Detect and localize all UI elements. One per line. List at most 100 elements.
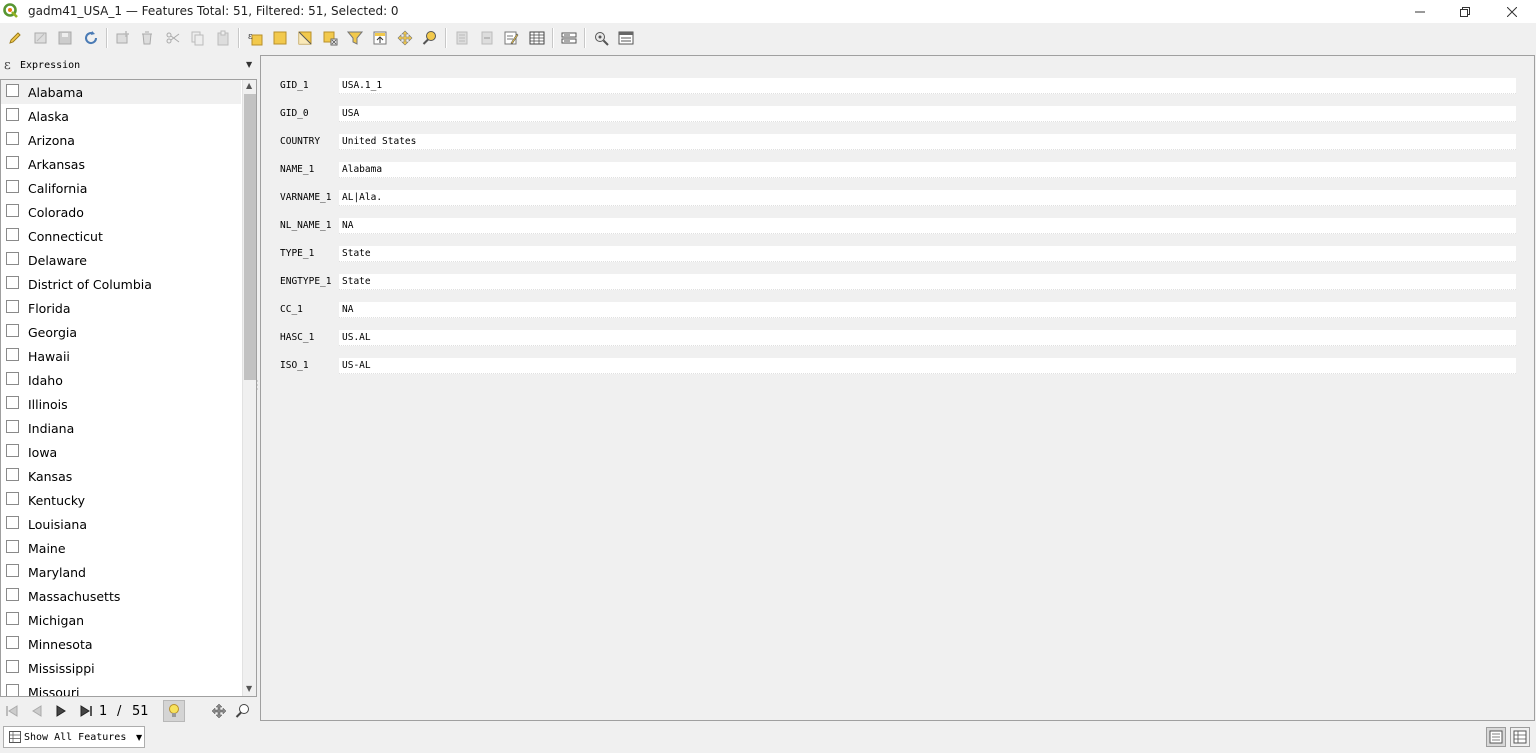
next-feature-icon[interactable] — [52, 702, 70, 720]
feature-list-item[interactable]: Massachusetts — [1, 584, 241, 608]
field-value-input[interactable]: US-AL — [339, 358, 1516, 374]
field-value-input[interactable]: United States — [339, 134, 1516, 150]
feature-list-item[interactable]: Kansas — [1, 464, 241, 488]
feature-checkbox[interactable] — [6, 252, 19, 265]
scroll-down-arrow-icon[interactable]: ▼ — [246, 684, 252, 693]
last-feature-icon[interactable] — [77, 702, 95, 720]
feature-list-item[interactable]: Michigan — [1, 608, 241, 632]
feature-list-item[interactable]: Louisiana — [1, 512, 241, 536]
select-by-expression-icon[interactable]: ε — [246, 29, 264, 47]
reload-icon[interactable] — [82, 29, 100, 47]
feature-list-item[interactable]: Connecticut — [1, 224, 241, 248]
conditional-formatting-icon[interactable] — [528, 29, 546, 47]
feature-checkbox[interactable] — [6, 516, 19, 529]
feature-checkbox[interactable] — [6, 228, 19, 241]
feature-checkbox[interactable] — [6, 84, 19, 97]
feature-list-item[interactable]: Hawaii — [1, 344, 241, 368]
pencil-icon[interactable] — [6, 29, 24, 47]
add-feature-icon[interactable] — [114, 29, 132, 47]
save-edits-icon[interactable] — [56, 29, 74, 47]
feature-list-item[interactable]: Colorado — [1, 200, 241, 224]
feature-checkbox[interactable] — [6, 324, 19, 337]
feature-checkbox[interactable] — [6, 396, 19, 409]
zoom-to-feature-icon[interactable] — [234, 702, 252, 720]
close-button[interactable] — [1489, 0, 1535, 23]
first-feature-icon[interactable] — [3, 702, 21, 720]
copy-icon[interactable] — [188, 29, 206, 47]
field-value-input[interactable]: Alabama — [339, 162, 1516, 178]
feature-list-item[interactable]: Mississippi — [1, 656, 241, 680]
feature-checkbox[interactable] — [6, 660, 19, 673]
feature-list-item[interactable]: Maine — [1, 536, 241, 560]
multi-edit-icon[interactable] — [32, 29, 50, 47]
feature-checkbox[interactable] — [6, 372, 19, 385]
feature-checkbox[interactable] — [6, 180, 19, 193]
dock-icon[interactable] — [592, 29, 610, 47]
feature-list-item[interactable]: Missouri — [1, 680, 241, 696]
actions-icon[interactable] — [560, 29, 578, 47]
pan-to-feature-icon[interactable] — [210, 702, 228, 720]
chevron-down-icon[interactable]: ▼ — [246, 60, 252, 69]
feature-list-item[interactable]: Arkansas — [1, 152, 241, 176]
feature-checkbox[interactable] — [6, 132, 19, 145]
feature-checkbox[interactable] — [6, 492, 19, 505]
cut-icon[interactable] — [164, 29, 182, 47]
expression-selector[interactable]: ε Expression ▼ — [0, 56, 258, 78]
feature-list-item[interactable]: Alabama — [1, 80, 241, 104]
feature-checkbox[interactable] — [6, 300, 19, 313]
feature-list-item[interactable]: California — [1, 176, 241, 200]
feature-list-item[interactable]: District of Columbia — [1, 272, 241, 296]
feature-list-item[interactable]: Delaware — [1, 248, 241, 272]
scroll-up-arrow-icon[interactable]: ▲ — [246, 81, 252, 90]
feature-checkbox[interactable] — [6, 588, 19, 601]
feature-checkbox[interactable] — [6, 636, 19, 649]
feature-list-item[interactable]: Georgia — [1, 320, 241, 344]
zoom-map-icon[interactable] — [421, 29, 439, 47]
field-value-input[interactable]: NA — [339, 218, 1516, 234]
previous-feature-icon[interactable] — [28, 702, 46, 720]
feature-checkbox[interactable] — [6, 564, 19, 577]
feature-list-item[interactable]: Illinois — [1, 392, 241, 416]
feature-checkbox[interactable] — [6, 204, 19, 217]
form-view-button[interactable] — [1486, 727, 1506, 747]
feature-checkbox[interactable] — [6, 276, 19, 289]
table-view-icon[interactable] — [617, 29, 635, 47]
table-view-button[interactable] — [1510, 727, 1530, 747]
field-value-input[interactable]: USA — [339, 106, 1516, 122]
feature-checkbox[interactable] — [6, 468, 19, 481]
field-calculator-icon[interactable] — [502, 29, 520, 47]
field-value-input[interactable]: USA.1_1 — [339, 78, 1516, 94]
feature-checkbox[interactable] — [6, 420, 19, 433]
delete-field-icon[interactable] — [478, 29, 496, 47]
feature-list-item[interactable]: Arizona — [1, 128, 241, 152]
deselect-all-icon[interactable] — [321, 29, 339, 47]
invert-selection-icon[interactable] — [296, 29, 314, 47]
feature-checkbox[interactable] — [6, 156, 19, 169]
select-all-icon[interactable] — [271, 29, 289, 47]
paste-icon[interactable] — [214, 29, 232, 47]
feature-checkbox[interactable] — [6, 540, 19, 553]
new-field-icon[interactable] — [453, 29, 471, 47]
feature-list-item[interactable]: Idaho — [1, 368, 241, 392]
field-value-input[interactable]: NA — [339, 302, 1516, 318]
vertical-scrollbar[interactable]: ▲ ▼ — [242, 80, 256, 696]
feature-checkbox[interactable] — [6, 348, 19, 361]
pan-map-icon[interactable] — [396, 29, 414, 47]
feature-checkbox[interactable] — [6, 444, 19, 457]
minimize-button[interactable] — [1397, 0, 1443, 23]
feature-list-item[interactable]: Alaska — [1, 104, 241, 128]
feature-list-item[interactable]: Indiana — [1, 416, 241, 440]
restore-button[interactable] — [1442, 0, 1488, 23]
scrollbar-thumb[interactable] — [244, 94, 256, 380]
feature-list-item[interactable]: Florida — [1, 296, 241, 320]
move-selection-to-top-icon[interactable] — [371, 29, 389, 47]
field-value-input[interactable]: AL|Ala. — [339, 190, 1516, 206]
filter-icon[interactable] — [346, 29, 364, 47]
feature-list-item[interactable]: Maryland — [1, 560, 241, 584]
delete-feature-icon[interactable] — [138, 29, 156, 47]
feature-checkbox[interactable] — [6, 612, 19, 625]
feature-list-item[interactable]: Minnesota — [1, 632, 241, 656]
highlight-bulb-icon[interactable] — [163, 700, 185, 722]
chevron-down-icon[interactable]: ▼ — [136, 733, 142, 742]
show-all-features-button[interactable]: Show All Features ▼ — [3, 726, 145, 748]
